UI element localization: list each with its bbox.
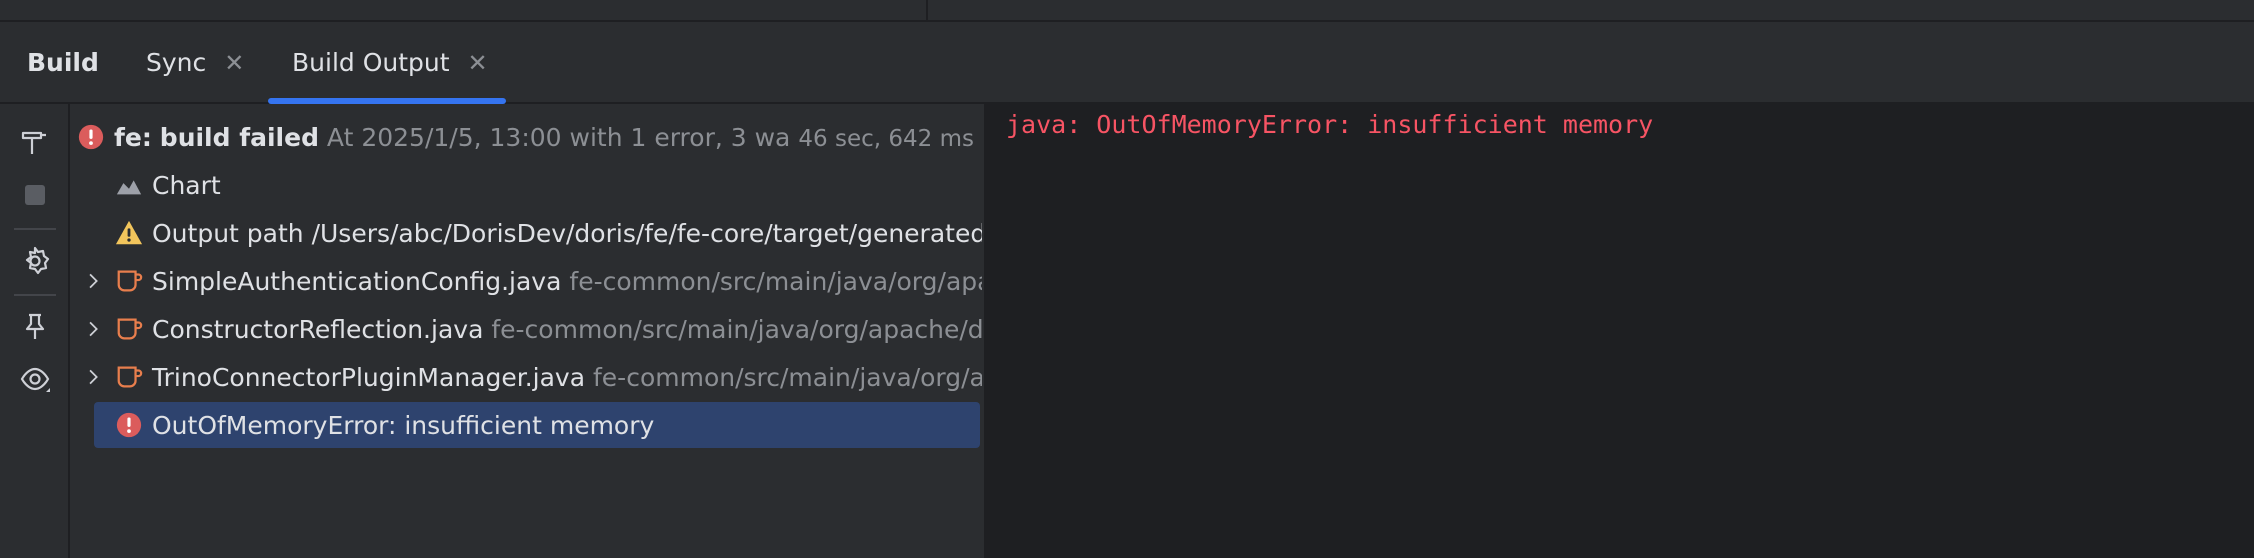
project-name: fe: xyxy=(114,122,152,152)
pin-icon[interactable] xyxy=(16,308,54,346)
tab-sync-label: Sync xyxy=(146,48,207,77)
java-file-icon xyxy=(114,314,144,344)
chart-label: Chart xyxy=(152,170,221,200)
chevron-right-icon[interactable] xyxy=(78,266,108,296)
file-name: SimpleAuthenticationConfig.java xyxy=(152,266,562,296)
chevron-right-icon[interactable] xyxy=(78,362,108,392)
build-duration: 46 sec, 642 ms xyxy=(792,126,974,152)
hammer-icon[interactable] xyxy=(16,124,54,162)
console-error-line: java: OutOfMemoryError: insufficient mem… xyxy=(1006,110,1654,139)
file-path: fe-common/src/main/java/org/apache/doris xyxy=(569,266,982,296)
tab-build-output[interactable]: Build Output ✕ xyxy=(292,48,488,77)
tree-item-chart[interactable]: Chart xyxy=(72,162,982,208)
error-label: OutOfMemoryError: insufficient memory xyxy=(152,410,655,440)
file-path: fe-common/src/main/java/org/apache/doris xyxy=(491,314,982,344)
build-console[interactable]: java: OutOfMemoryError: insufficient mem… xyxy=(984,104,2254,558)
chart-icon xyxy=(114,170,144,200)
build-detail: At 2025/1/5, 13:00 with 1 error, 3 warni… xyxy=(326,122,868,152)
eye-icon[interactable] xyxy=(16,360,54,398)
tool-window-title: Build xyxy=(27,48,99,77)
tool-window-tabbar: Build Sync ✕ Build Output ✕ xyxy=(0,22,2254,104)
close-icon[interactable]: ✕ xyxy=(468,49,488,77)
java-file-icon xyxy=(114,266,144,296)
build-toolbar xyxy=(0,104,70,558)
tree-item-java-file[interactable]: SimpleAuthenticationConfig.java fe-commo… xyxy=(72,258,982,304)
tab-sync[interactable]: Sync ✕ xyxy=(146,48,244,77)
top-splitter[interactable] xyxy=(926,0,928,20)
file-name: TrinoConnectorPluginManager.java xyxy=(152,362,586,392)
toolbar-separator xyxy=(14,228,56,230)
error-icon xyxy=(76,122,106,152)
top-strip xyxy=(0,0,2254,22)
error-icon xyxy=(114,410,144,440)
warning-icon xyxy=(114,218,144,248)
tree-item-error-selected[interactable]: OutOfMemoryError: insufficient memory xyxy=(94,402,980,448)
stop-icon[interactable] xyxy=(16,176,54,214)
build-status: build failed xyxy=(159,122,319,152)
gear-icon[interactable] xyxy=(16,242,54,280)
close-icon[interactable]: ✕ xyxy=(224,49,244,77)
tab-build-output-label: Build Output xyxy=(292,48,450,77)
file-path: fe-common/src/main/java/org/apache/doris xyxy=(593,362,982,392)
tree-item-java-file[interactable]: TrinoConnectorPluginManager.java fe-comm… xyxy=(72,354,982,400)
tree-item-java-file[interactable]: ConstructorReflection.java fe-common/src… xyxy=(72,306,982,352)
chevron-right-icon[interactable] xyxy=(78,314,108,344)
warning-label: Output path /Users/abc/DorisDev/doris/fe… xyxy=(152,218,982,248)
build-tree: fe: build failed At 2025/1/5, 13:00 with… xyxy=(72,104,982,558)
tree-root-row[interactable]: fe: build failed At 2025/1/5, 13:00 with… xyxy=(72,114,982,160)
file-name: ConstructorReflection.java xyxy=(152,314,484,344)
java-file-icon xyxy=(114,362,144,392)
toolbar-separator xyxy=(14,294,56,296)
tree-item-warning[interactable]: Output path /Users/abc/DorisDev/doris/fe… xyxy=(72,210,982,256)
